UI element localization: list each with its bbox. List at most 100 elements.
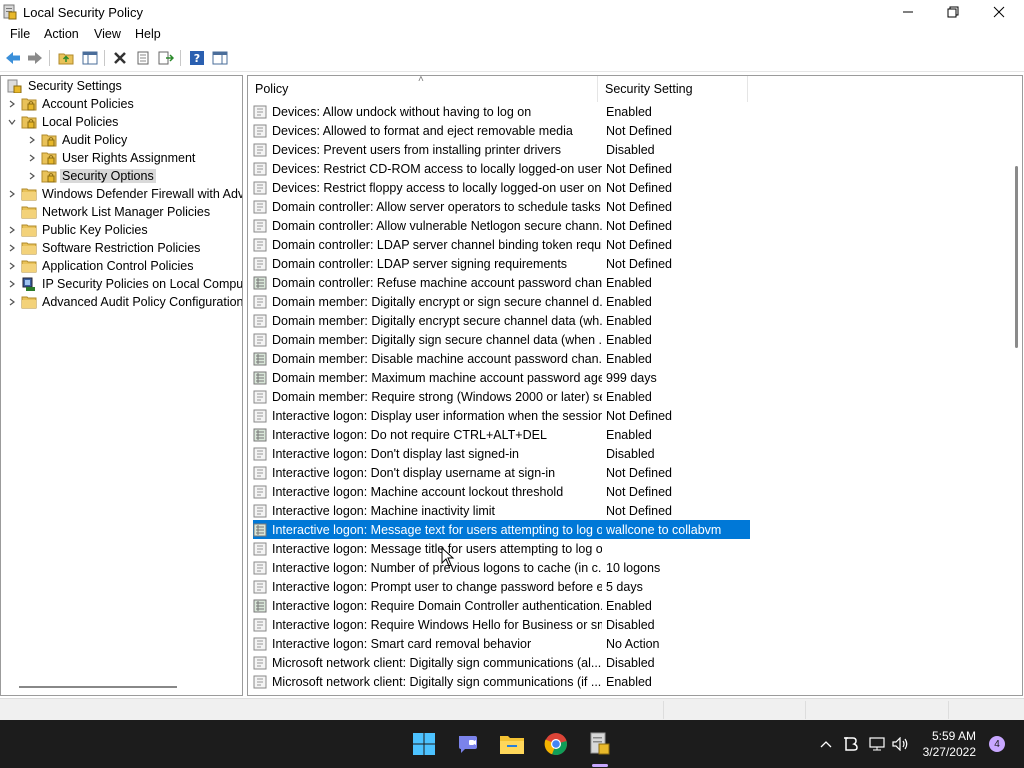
tree-item-public-key-policies[interactable]: Public Key Policies: [7, 221, 150, 239]
back-button[interactable]: [4, 49, 22, 67]
tray-network-button[interactable]: [867, 734, 887, 754]
tree-item-security-options[interactable]: Security Options: [27, 167, 156, 185]
table-row[interactable]: Interactive logon: Message title for use…: [253, 539, 750, 558]
chevron-right-icon[interactable]: [7, 243, 17, 253]
chevron-right-icon[interactable]: [7, 261, 17, 271]
menu-action[interactable]: Action: [44, 27, 79, 41]
tree-item-software-restriction-policies[interactable]: Software Restriction Policies: [7, 239, 202, 257]
tree-item-user-rights-assignment[interactable]: User Rights Assignment: [27, 149, 197, 167]
table-row[interactable]: Domain controller: LDAP server signing r…: [253, 254, 750, 273]
table-row[interactable]: Interactive logon: Machine inactivity li…: [253, 501, 750, 520]
properties-button[interactable]: [134, 49, 152, 67]
menu-view[interactable]: View: [94, 27, 121, 41]
tree-item-network-list-manager-policies[interactable]: Network List Manager Policies: [7, 203, 212, 221]
forward-button[interactable]: [26, 49, 44, 67]
tree-horizontal-scrollbar[interactable]: [19, 686, 177, 688]
table-row[interactable]: Devices: Allow undock without having to …: [253, 102, 750, 121]
start-button[interactable]: [410, 730, 438, 758]
security-setting-value: Disabled: [606, 142, 655, 157]
table-row[interactable]: Domain controller: Allow vulnerable Netl…: [253, 216, 750, 235]
restore-button[interactable]: [930, 0, 976, 24]
tree-item-ip-security-policies-on-local-compute[interactable]: IP Security Policies on Local Compute: [7, 275, 242, 293]
tree-item-audit-policy[interactable]: Audit Policy: [27, 131, 129, 149]
notification-badge[interactable]: 4: [989, 736, 1005, 752]
column-header-security-setting[interactable]: Security Setting: [598, 76, 748, 102]
sort-ascending-icon: ˄: [418, 75, 424, 85]
table-row[interactable]: Domain member: Digitally sign secure cha…: [253, 330, 750, 349]
tree-item-advanced-audit-policy-configuration[interactable]: Advanced Audit Policy Configuration: [7, 293, 242, 311]
table-row[interactable]: Interactive logon: Prompt user to change…: [253, 577, 750, 596]
table-row[interactable]: Domain controller: Allow server operator…: [253, 197, 750, 216]
policy-name: Devices: Prevent users from installing p…: [272, 142, 561, 157]
show-hide-console-tree-button[interactable]: [81, 49, 99, 67]
tray-app-button[interactable]: [841, 734, 861, 754]
title-bar: Local Security Policy: [0, 0, 1024, 24]
chevron-right-icon[interactable]: [7, 189, 17, 199]
table-row[interactable]: Microsoft network client: Digitally sign…: [253, 653, 750, 672]
table-row[interactable]: Devices: Prevent users from installing p…: [253, 140, 750, 159]
tree-item-local-policies[interactable]: Local Policies: [7, 113, 120, 131]
policy-name: Domain controller: Refuse machine accoun…: [272, 275, 602, 290]
chevron-down-icon[interactable]: [7, 117, 17, 127]
tree-item-windows-defender-firewall-with-adva[interactable]: Windows Defender Firewall with Adva: [7, 185, 242, 203]
table-row[interactable]: Interactive logon: Don't display last si…: [253, 444, 750, 463]
up-one-level-button[interactable]: [57, 49, 75, 67]
chevron-right-icon[interactable]: [7, 225, 17, 235]
table-row[interactable]: Microsoft network client: Digitally sign…: [253, 672, 750, 691]
close-button[interactable]: [976, 0, 1022, 24]
security-setting-value: Not Defined: [606, 237, 673, 252]
table-row[interactable]: Domain member: Disable machine account p…: [253, 349, 750, 368]
table-row[interactable]: Domain member: Digitally encrypt or sign…: [253, 292, 750, 311]
taskbar-chat[interactable]: [454, 730, 482, 758]
chevron-right-icon[interactable]: [7, 99, 17, 109]
policy-name: Interactive logon: Don't display usernam…: [272, 465, 556, 480]
table-row[interactable]: Interactive logon: Number of previous lo…: [253, 558, 750, 577]
delete-button[interactable]: [111, 49, 129, 67]
table-row[interactable]: Domain member: Digitally encrypt secure …: [253, 311, 750, 330]
table-row[interactable]: Domain member: Require strong (Windows 2…: [253, 387, 750, 406]
taskbar-chrome[interactable]: [542, 730, 570, 758]
export-list-button[interactable]: [157, 49, 175, 67]
table-row[interactable]: Interactive logon: Message text for user…: [253, 520, 750, 539]
chevron-right-icon[interactable]: [27, 153, 37, 163]
table-row[interactable]: Interactive logon: Display user informat…: [253, 406, 750, 425]
show-hidden-icons-button[interactable]: [816, 734, 836, 754]
table-row[interactable]: Domain controller: Refuse machine accoun…: [253, 273, 750, 292]
menu-help[interactable]: Help: [135, 27, 161, 41]
security-setting-value: Not Defined: [606, 161, 673, 176]
chevron-right-icon[interactable]: [7, 297, 17, 307]
table-row[interactable]: Devices: Restrict CD-ROM access to local…: [253, 159, 750, 178]
table-row[interactable]: Interactive logon: Require Windows Hello…: [253, 615, 750, 634]
chevron-right-icon[interactable]: [7, 279, 17, 289]
policy-icon: [253, 200, 267, 214]
table-row[interactable]: Domain member: Maximum machine account p…: [253, 368, 750, 387]
tree-item-application-control-policies[interactable]: Application Control Policies: [7, 257, 195, 275]
export-list-icon: [158, 51, 174, 65]
tree-item-account-policies[interactable]: Account Policies: [7, 95, 136, 113]
policy-name: Devices: Allow undock without having to …: [272, 104, 532, 119]
taskbar-clock[interactable]: 5:59 AM 3/27/2022: [923, 728, 976, 760]
security-setting-value: Not Defined: [606, 199, 673, 214]
table-row[interactable]: Interactive logon: Machine account locko…: [253, 482, 750, 501]
table-row[interactable]: Devices: Allowed to format and eject rem…: [253, 121, 750, 140]
table-row[interactable]: Interactive logon: Do not require CTRL+A…: [253, 425, 750, 444]
list-vertical-scrollbar[interactable]: [1015, 166, 1018, 348]
chevron-right-icon[interactable]: [27, 171, 37, 181]
minimize-button[interactable]: [885, 0, 931, 24]
taskbar-local-security-policy[interactable]: [586, 730, 614, 758]
table-row[interactable]: Interactive logon: Smart card removal be…: [253, 634, 750, 653]
help-button[interactable]: ?: [188, 49, 206, 67]
taskbar-file-explorer[interactable]: [498, 730, 526, 758]
folder-icon: [21, 205, 37, 219]
chevron-right-icon[interactable]: [27, 135, 37, 145]
table-row[interactable]: Interactive logon: Require Domain Contro…: [253, 596, 750, 615]
table-row[interactable]: Interactive logon: Don't display usernam…: [253, 463, 750, 482]
table-row[interactable]: Devices: Restrict floppy access to local…: [253, 178, 750, 197]
tree-item-security-settings[interactable]: Security Settings: [7, 77, 124, 95]
show-hide-action-pane-button[interactable]: [211, 49, 229, 67]
table-row[interactable]: Domain controller: LDAP server channel b…: [253, 235, 750, 254]
column-header-policy[interactable]: Policy ˄: [248, 76, 598, 102]
menu-file[interactable]: File: [10, 27, 30, 41]
tray-volume-button[interactable]: [891, 734, 911, 754]
taskbar: 5:59 AM 3/27/2022 4: [0, 720, 1024, 768]
